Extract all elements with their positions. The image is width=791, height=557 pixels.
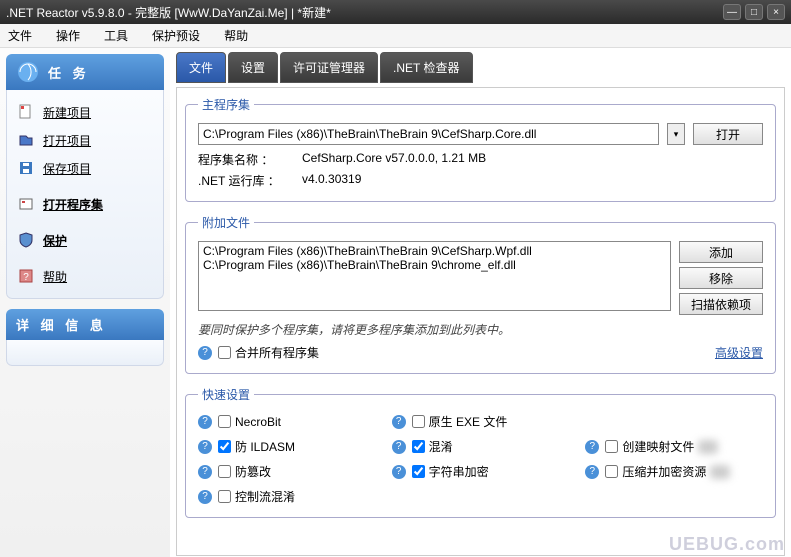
additional-files-group: 附加文件 C:\Program Files (x86)\TheBrain\The… [185, 214, 776, 374]
control-flow-checkbox[interactable] [218, 490, 231, 503]
sidebar-item-help[interactable]: ? 帮助 [13, 262, 157, 290]
help-icon[interactable]: ? [198, 490, 212, 504]
content-area: 文件 设置 许可证管理器 .NET 检查器 主程序集 ▾ 打开 程序集名称 ： … [170, 48, 791, 557]
help-icon[interactable]: ? [392, 415, 406, 429]
menu-bar: 文件 操作 工具 保护预设 帮助 [0, 24, 791, 48]
help-icon[interactable]: ? [585, 465, 599, 479]
svg-text:?: ? [23, 272, 29, 283]
help-icon[interactable]: ? [392, 465, 406, 479]
sidebar-item-open-assembly[interactable]: 打开程序集 [13, 190, 157, 218]
main-assembly-legend: 主程序集 [198, 96, 254, 113]
additional-files-hint: 要同时保护多个程序集，请将更多程序集添加到此列表中。 [198, 321, 763, 338]
menu-help[interactable]: 帮助 [224, 27, 248, 44]
open-folder-icon [17, 131, 35, 149]
runtime-label: .NET 运行库 ： [198, 172, 288, 189]
menu-tools[interactable]: 工具 [104, 27, 128, 44]
tab-inspector[interactable]: .NET 检查器 [380, 52, 472, 83]
sidebar-item-save[interactable]: 保存项目 [13, 154, 157, 182]
help-book-icon: ? [17, 267, 35, 285]
window-title: .NET Reactor v5.9.8.0 - 完整版 [WwW.DaYanZa… [6, 4, 719, 21]
necrobit-checkbox[interactable] [218, 415, 231, 428]
help-icon[interactable]: ? [198, 440, 212, 454]
blurred-area: aaa [710, 465, 730, 479]
open-assembly-button[interactable]: 打开 [693, 123, 763, 145]
add-file-button[interactable]: 添加 [679, 241, 763, 263]
compress-resources-checkbox[interactable] [605, 465, 618, 478]
assembly-name-label: 程序集名称 ： [198, 151, 288, 168]
remove-file-button[interactable]: 移除 [679, 267, 763, 289]
sidebar-item-new[interactable]: 新建项目 [13, 98, 157, 126]
anti-ildasm-checkbox[interactable] [218, 440, 231, 453]
help-icon[interactable]: ? [198, 465, 212, 479]
title-bar: .NET Reactor v5.9.8.0 - 完整版 [WwW.DaYanZa… [0, 0, 791, 24]
help-icon[interactable]: ? [585, 440, 599, 454]
scan-deps-button[interactable]: 扫描依赖项 [679, 293, 763, 315]
tab-bar: 文件 设置 许可证管理器 .NET 检查器 [176, 52, 785, 83]
help-icon[interactable]: ? [392, 440, 406, 454]
menu-ops[interactable]: 操作 [56, 27, 80, 44]
native-exe-checkbox[interactable] [412, 415, 425, 428]
new-file-icon [17, 103, 35, 121]
runtime-value: v4.0.30319 [302, 172, 361, 189]
sidebar-detail-header: 详 细 信 息 [6, 309, 164, 340]
minimize-button[interactable]: — [723, 4, 741, 20]
globe-icon [16, 60, 40, 84]
quick-settings-legend: 快速设置 [198, 386, 254, 403]
merge-assemblies-label: 合并所有程序集 [235, 344, 319, 361]
string-encrypt-checkbox[interactable] [412, 465, 425, 478]
mapping-file-checkbox[interactable] [605, 440, 618, 453]
merge-assemblies-checkbox[interactable] [218, 346, 231, 359]
sidebar-item-protect[interactable]: 保护 [13, 226, 157, 254]
tab-settings[interactable]: 设置 [228, 52, 278, 83]
tab-file[interactable]: 文件 [176, 52, 226, 83]
advanced-settings-link[interactable]: 高级设置 [715, 344, 763, 361]
quick-settings-group: 快速设置 ?NecroBit ?原生 EXE 文件 ?防 ILDASM ?混淆 … [185, 386, 776, 518]
close-button[interactable]: × [767, 4, 785, 20]
sidebar-item-open[interactable]: 打开项目 [13, 126, 157, 154]
menu-protect[interactable]: 保护预设 [152, 27, 200, 44]
additional-files-legend: 附加文件 [198, 214, 254, 231]
anti-tamper-checkbox[interactable] [218, 465, 231, 478]
help-icon[interactable]: ? [198, 415, 212, 429]
assembly-name-value: CefSharp.Core v57.0.0.0, 1.21 MB [302, 151, 486, 168]
blurred-area: aaa [698, 440, 718, 454]
help-icon[interactable]: ? [198, 346, 212, 360]
tab-license[interactable]: 许可证管理器 [280, 52, 378, 83]
main-assembly-path-input[interactable] [198, 123, 659, 145]
sidebar: 任 务 新建项目 打开项目 保存项目 打开程序集 [0, 48, 170, 557]
main-assembly-group: 主程序集 ▾ 打开 程序集名称 ： CefSharp.Core v57.0.0.… [185, 96, 776, 202]
main-assembly-dropdown[interactable]: ▾ [667, 123, 685, 145]
tab-page-file: 主程序集 ▾ 打开 程序集名称 ： CefSharp.Core v57.0.0.… [176, 87, 785, 556]
menu-file[interactable]: 文件 [8, 27, 32, 44]
additional-files-list[interactable]: C:\Program Files (x86)\TheBrain\TheBrain… [198, 241, 671, 311]
assembly-icon [17, 195, 35, 213]
obfuscate-checkbox[interactable] [412, 440, 425, 453]
save-icon [17, 159, 35, 177]
shield-icon [17, 231, 35, 249]
sidebar-tasks-header: 任 务 [6, 54, 164, 90]
maximize-button[interactable]: □ [745, 4, 763, 20]
